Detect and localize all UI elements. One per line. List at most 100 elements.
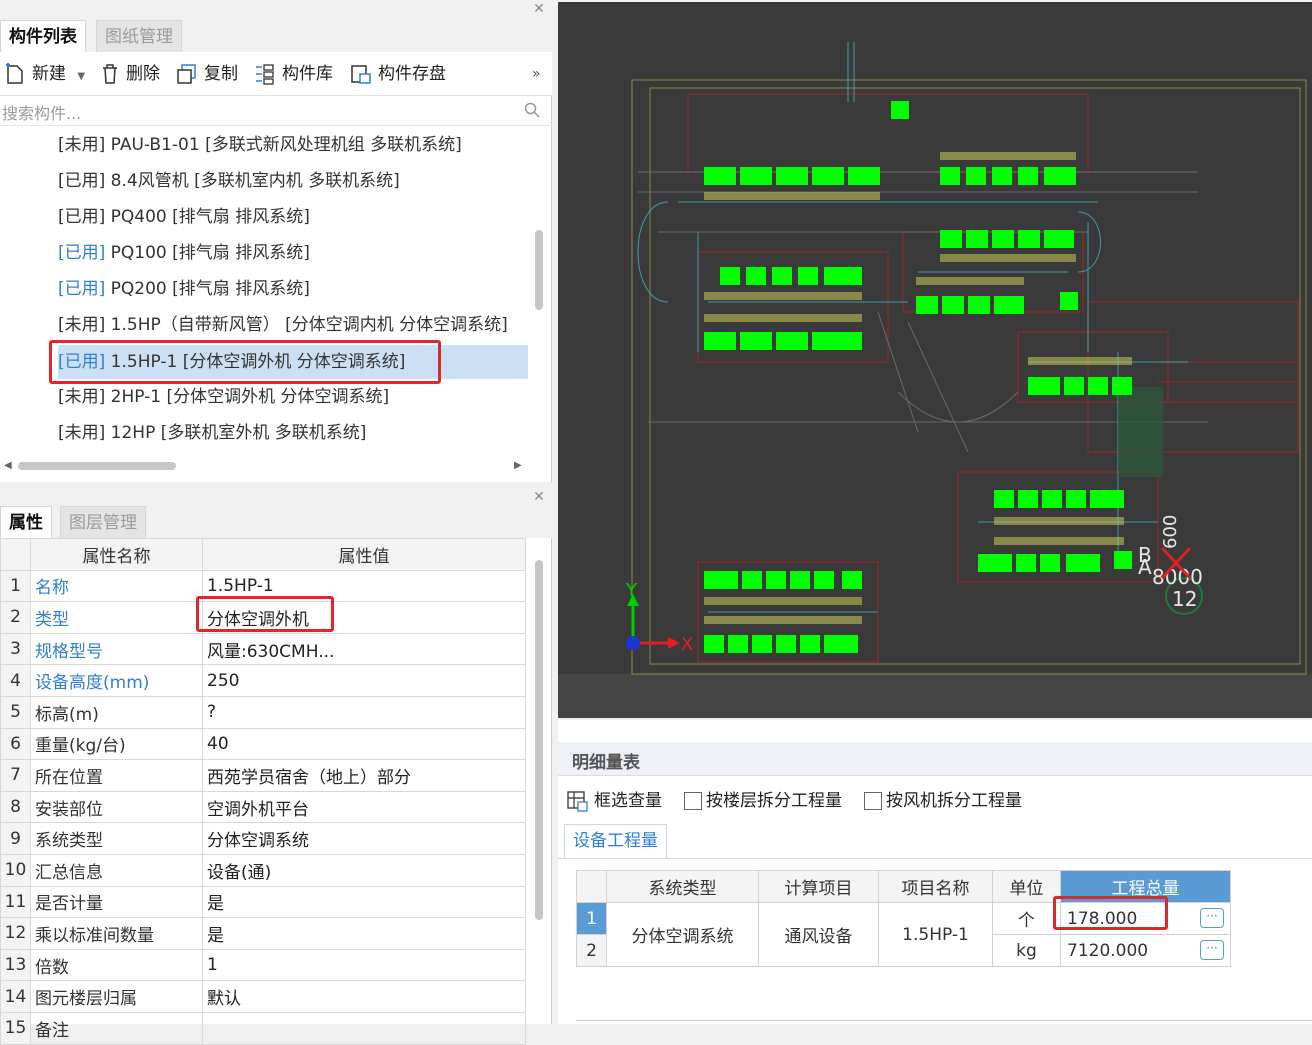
list-item[interactable]: [已用] PQ400 [排气扇 排风系统] <box>58 200 310 234</box>
property-row[interactable]: 10 汇总信息 设备(通) <box>0 853 526 887</box>
scroll-right-icon[interactable]: ▶ <box>514 460 522 471</box>
header-property-value: 属性值 <box>202 538 526 571</box>
header-item-name: 项目名称 <box>878 870 993 903</box>
scroll-left-icon[interactable]: ◀ <box>4 460 12 471</box>
tab-layer-management[interactable]: 图层管理 <box>60 506 146 538</box>
property-vertical-scrollbar[interactable] <box>535 560 543 920</box>
property-row[interactable]: 5 标高(m)? <box>0 695 526 729</box>
list-item[interactable]: [已用] PQ100 [排气扇 排风系统] <box>58 236 310 270</box>
component-tabbar: 构件列表 图纸管理 ✕ <box>0 0 552 52</box>
property-header-row: 属性名称 属性值 <box>0 538 526 571</box>
list-item[interactable]: [已用] 8.4风管机 [多联机室内机 多联机系统] <box>58 164 400 198</box>
search-icon[interactable] <box>524 102 540 118</box>
unit-cell: kg <box>992 934 1061 967</box>
list-item[interactable]: [未用] 12HP [多联机室外机 多联机系统] <box>58 416 366 450</box>
split-by-floor-checkbox[interactable]: 按楼层拆分工程量 <box>684 786 842 811</box>
save-label: 构件存盘 <box>378 64 446 84</box>
close-icon[interactable]: ✕ <box>532 490 546 504</box>
tab-equipment-quantity[interactable]: 设备工程量 <box>564 824 667 858</box>
highlight-box <box>196 596 334 632</box>
checkbox-icon <box>684 792 702 810</box>
library-icon <box>256 64 274 85</box>
list-item[interactable]: [未用] 2HP-1 [分体空调外机 分体空调系统] <box>58 380 389 414</box>
copy-icon <box>177 64 196 84</box>
quantity-options: 框选查量 按楼层拆分工程量 按风机拆分工程量 <box>566 782 1306 812</box>
checkbox-icon <box>864 792 882 810</box>
highlight-box <box>1053 896 1168 930</box>
property-row[interactable]: 15 备注 <box>0 1011 526 1045</box>
save-icon <box>351 65 371 84</box>
list-vertical-scrollbar[interactable] <box>535 230 543 310</box>
table-bottom-border <box>576 1020 1312 1021</box>
property-row[interactable]: 6 重量(kg/台) 40 <box>0 727 526 761</box>
header-calc-item: 计算项目 <box>758 870 879 903</box>
header-system-type: 系统类型 <box>606 870 759 903</box>
svg-text:A: A <box>1138 555 1152 579</box>
more-button[interactable]: » <box>532 62 541 86</box>
cad-canvas: Y X B A 8000 600 12 <box>558 2 1312 718</box>
unit-cell: 个 <box>992 902 1061 935</box>
header-row-number <box>576 870 607 903</box>
tab-drawing-management[interactable]: 图纸管理 <box>96 20 182 52</box>
property-row[interactable]: 13 倍数 1 <box>0 948 526 982</box>
property-row[interactable]: 8 安装部位 空调外机平台 <box>0 790 526 824</box>
header-row-number <box>0 538 31 571</box>
highlight-box <box>49 340 441 384</box>
ellipsis-button[interactable]: ··· <box>1200 908 1224 928</box>
new-button[interactable]: 新建 ▼ <box>4 62 85 86</box>
property-row[interactable]: 9 系统类型 分体空调系统 <box>0 822 526 855</box>
tab-properties[interactable]: 属性 <box>0 506 52 538</box>
save-component-button[interactable]: 构件存盘 <box>350 62 446 86</box>
property-row[interactable]: 14 图元楼层归属 默认 <box>0 980 526 1013</box>
component-library-button[interactable]: 构件库 <box>254 62 333 86</box>
chevron-down-icon[interactable]: ▼ <box>77 71 85 82</box>
svg-text:8000: 8000 <box>1152 565 1203 589</box>
component-list-panel: 构件列表 图纸管理 ✕ 新建 ▼ 删除 复制 构件库 构件存盘 » 搜索构件..… <box>0 0 552 482</box>
axis-y-label: Y <box>625 580 638 601</box>
tab-divider <box>558 858 1312 859</box>
list-item[interactable]: [未用] PAU-B1-01 [多联式新风处理机组 多联机系统] <box>58 128 462 162</box>
quantity-title: 明细量表 <box>572 753 640 773</box>
quantity-panel: 明细量表 框选查量 按楼层拆分工程量 按风机拆分工程量 设备工程量 系统类型 计… <box>558 720 1312 1024</box>
svg-text:12: 12 <box>1172 587 1197 611</box>
header-unit: 单位 <box>992 870 1061 903</box>
list-item[interactable]: [未用] 1.5HP（自带新风管） [分体空调内机 分体空调系统] <box>58 308 508 342</box>
delete-button[interactable]: 删除 <box>100 62 160 86</box>
ellipsis-button[interactable]: ··· <box>1200 940 1224 960</box>
list-horizontal-scrollbar[interactable] <box>18 462 176 470</box>
component-list: [未用] PAU-B1-01 [多联式新风处理机组 多联机系统] [已用] 8.… <box>0 126 533 456</box>
property-row[interactable]: 11 是否计量是 <box>0 885 526 919</box>
quantity-header: 明细量表 <box>558 742 1312 776</box>
copy-label: 复制 <box>204 64 238 84</box>
property-tabbar: 属性 图层管理 ✕ <box>0 488 552 538</box>
delete-label: 删除 <box>126 64 160 84</box>
cad-drawing-view[interactable]: Y X B A 8000 600 12 <box>558 2 1312 718</box>
property-row[interactable]: 3 规格型号 风量:630CMH... <box>0 632 526 666</box>
search-input[interactable]: 搜索构件... <box>2 100 81 124</box>
axis-x-label: X <box>681 634 693 655</box>
system-type-cell: 分体空调系统 <box>606 902 759 967</box>
split-by-fan-checkbox[interactable]: 按风机拆分工程量 <box>864 786 1022 811</box>
close-icon[interactable]: ✕ <box>532 2 546 16</box>
tab-component-list[interactable]: 构件列表 <box>0 20 86 52</box>
property-row[interactable]: 4 设备高度(mm) 250 <box>0 664 526 697</box>
library-label: 构件库 <box>282 64 333 84</box>
item-name-cell: 1.5HP-1 <box>878 902 993 967</box>
total-quantity-cell[interactable]: 7120.000 ··· <box>1060 934 1231 967</box>
svg-text:600: 600 <box>1160 515 1181 549</box>
list-item[interactable]: [已用] PQ200 [排气扇 排风系统] <box>58 272 310 306</box>
property-panel: 属性 图层管理 ✕ 属性名称 属性值 1 名称 1.5HP-1 2 类型 分体空调外机 … <box>0 488 552 1045</box>
row-number: 1 <box>576 902 607 935</box>
property-row[interactable]: 12 乘以标准间数量是 <box>0 917 526 950</box>
frame-select-button[interactable]: 框选查量 <box>566 786 662 812</box>
header-property-name: 属性名称 <box>30 538 203 571</box>
copy-button[interactable]: 复制 <box>176 62 238 86</box>
new-label: 新建 <box>32 64 66 84</box>
property-row[interactable]: 7 所在位置 西苑学员宿舍（地上）部分 <box>0 759 526 792</box>
calc-item-cell: 通风设备 <box>758 902 879 967</box>
frame-select-icon <box>567 791 588 812</box>
hatch-area <box>1118 387 1163 477</box>
new-file-icon <box>6 63 23 84</box>
search-box[interactable]: 搜索构件... <box>0 96 552 126</box>
component-toolbar: 新建 ▼ 删除 复制 构件库 构件存盘 » <box>0 52 552 96</box>
